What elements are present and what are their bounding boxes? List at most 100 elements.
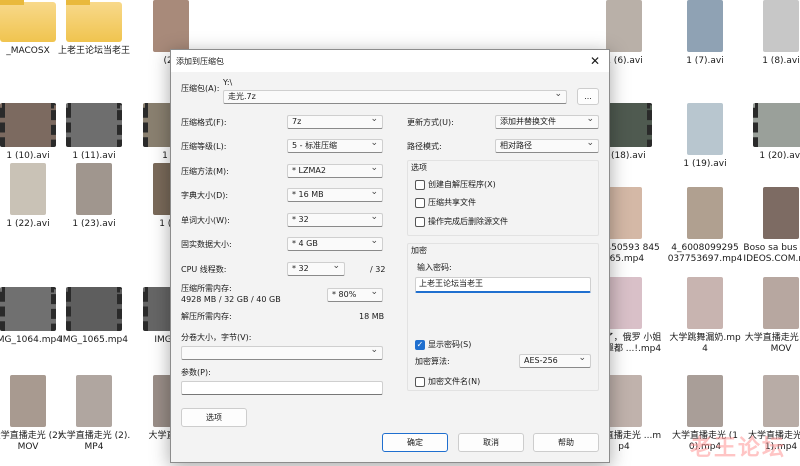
file-item[interactable]: 大学跳舞漏奶.mp4: [667, 277, 743, 355]
archive-label: 压缩包(A):: [181, 84, 220, 93]
dict-select[interactable]: * 16 MB: [287, 188, 383, 202]
media-thumbnail: [76, 375, 112, 427]
file-name: 1 (23).avi: [72, 219, 116, 229]
file-item[interactable]: 1 (8).avi: [743, 0, 800, 67]
delete-after-checkbox[interactable]: 操作完成后删除源文件: [415, 216, 508, 227]
compress-shared-label: 压缩共享文件: [428, 198, 476, 207]
format-select[interactable]: 7z: [287, 115, 383, 129]
update-select[interactable]: 添加并替换文件: [495, 115, 599, 129]
checkbox-box[interactable]: [415, 376, 425, 387]
checkbox-box[interactable]: [415, 179, 425, 190]
level-label: 压缩等级(L):: [181, 142, 227, 151]
cancel-button[interactable]: 取消: [458, 433, 524, 452]
encrypt-names-label: 加密文件名(N): [428, 377, 481, 386]
media-thumbnail: [687, 277, 723, 329]
path-select[interactable]: 相对路径: [495, 139, 599, 153]
checkmark-icon[interactable]: ✓: [415, 339, 425, 350]
create-sfx-checkbox[interactable]: 创建自解压程序(X): [415, 179, 496, 190]
file-item[interactable]: 上老王论坛当老王: [56, 0, 132, 57]
split-select[interactable]: [181, 346, 383, 360]
file-name: 1 (20).avi: [759, 151, 800, 161]
file-name: 4_6008099295 037753697.mp4: [667, 243, 743, 264]
media-thumbnail: [687, 0, 723, 52]
word-select[interactable]: * 32: [287, 213, 383, 227]
dialog-title: 添加到压缩包: [176, 56, 224, 66]
media-thumbnail: [763, 277, 799, 329]
archive-dir: Y:\: [223, 78, 233, 87]
file-name: 大学直播走光 (2).MP4: [57, 431, 131, 452]
mem-detail: 4928 MB / 32 GB / 40 GB: [181, 295, 281, 304]
browse-button[interactable]: ...: [577, 88, 599, 105]
file-item[interactable]: Boso sa bus - XVIDEOS.COM.mp4: [743, 187, 800, 265]
split-label: 分卷大小，字节(V):: [181, 333, 252, 342]
path-label: 路径模式:: [407, 142, 442, 151]
file-item[interactable]: 1 (23).avi: [56, 163, 132, 230]
video-thumbnail: [753, 103, 800, 147]
options-button[interactable]: 选项: [181, 408, 247, 427]
folder-icon: [0, 0, 56, 42]
media-thumbnail: [606, 187, 642, 239]
method-label: 压缩方法(M):: [181, 167, 229, 176]
enc-method-label: 加密算法:: [415, 357, 450, 366]
ok-button[interactable]: 确定: [382, 433, 448, 452]
video-thumbnail: [66, 103, 122, 147]
threads-select[interactable]: * 32: [287, 262, 345, 276]
video-thumbnail: [66, 287, 122, 331]
file-item[interactable]: 1 (19).avi: [667, 103, 743, 170]
threads-max: / 32: [370, 265, 386, 274]
checkbox-box[interactable]: [415, 216, 425, 227]
media-thumbnail: [153, 0, 189, 52]
delete-after-label: 操作完成后删除源文件: [428, 217, 508, 226]
dict-label: 字典大小(D):: [181, 191, 229, 200]
solid-select[interactable]: * 4 GB: [287, 237, 383, 251]
create-sfx-label: 创建自解压程序(X): [428, 180, 496, 189]
close-icon[interactable]: ✕: [581, 50, 609, 72]
file-item[interactable]: 大学直播走光 (1).MOV: [743, 277, 800, 355]
file-item[interactable]: 1 (11).avi: [56, 103, 132, 162]
media-thumbnail: [10, 163, 46, 215]
format-label: 压缩格式(F):: [181, 118, 227, 127]
file-item[interactable]: 1 (20).avi: [743, 103, 800, 162]
video-thumbnail: [0, 103, 56, 147]
help-button[interactable]: 帮助: [533, 433, 599, 452]
file-item[interactable]: 4_6008099295 037753697.mp4: [667, 187, 743, 265]
video-thumbnail: [0, 287, 56, 331]
file-item[interactable]: 大学直播走光 (2).MP4: [56, 375, 132, 453]
update-label: 更新方式(U):: [407, 118, 454, 127]
threads-label: CPU 线程数:: [181, 265, 227, 274]
media-thumbnail: [763, 375, 799, 427]
media-thumbnail: [687, 187, 723, 239]
level-select[interactable]: 5 - 标准压缩: [287, 139, 383, 153]
encrypt-names-checkbox[interactable]: 加密文件名(N): [415, 376, 480, 387]
decomp-label: 解压所需内存:: [181, 312, 232, 321]
method-select[interactable]: * LZMA2: [287, 164, 383, 178]
options-group-label: 选项: [411, 163, 427, 172]
media-thumbnail: [687, 375, 723, 427]
password-input[interactable]: 上老王论坛当老王: [415, 277, 591, 293]
mem-label: 压缩所需内存:: [181, 284, 232, 293]
media-thumbnail: [10, 375, 46, 427]
file-name: Boso sa bus - XVIDEOS.COM.mp4: [743, 243, 800, 264]
params-input[interactable]: [181, 381, 383, 395]
file-name: 1 (7).avi: [686, 56, 724, 66]
file-name: 1 (8).avi: [762, 56, 800, 66]
show-password-label: 显示密码(S): [428, 340, 472, 349]
solid-label: 固实数据大小:: [181, 240, 232, 249]
file-name: IMG_1065.mp4: [60, 335, 128, 345]
media-thumbnail: [76, 163, 112, 215]
file-item[interactable]: 1 (7).avi: [667, 0, 743, 67]
watermark: 老王论坛: [689, 436, 786, 461]
file-item[interactable]: IMG_1065.mp4: [56, 287, 132, 346]
file-name: 1 (19).avi: [683, 159, 727, 169]
checkbox-box[interactable]: [415, 197, 425, 208]
compress-shared-checkbox[interactable]: 压缩共享文件: [415, 197, 476, 208]
file-name: 大学跳舞漏奶.mp4: [669, 333, 741, 354]
show-password-checkbox[interactable]: ✓ 显示密码(S): [415, 339, 471, 350]
enc-method-select[interactable]: AES-256: [519, 354, 591, 368]
mem-percent-select[interactable]: * 80%: [327, 288, 383, 302]
decomp-value: 18 MB: [359, 312, 385, 321]
archive-name-combo[interactable]: 走光.7z: [223, 90, 567, 104]
media-thumbnail: [687, 103, 723, 155]
encryption-group-label: 加密: [411, 246, 427, 255]
file-name: 1 (11).avi: [72, 151, 116, 161]
